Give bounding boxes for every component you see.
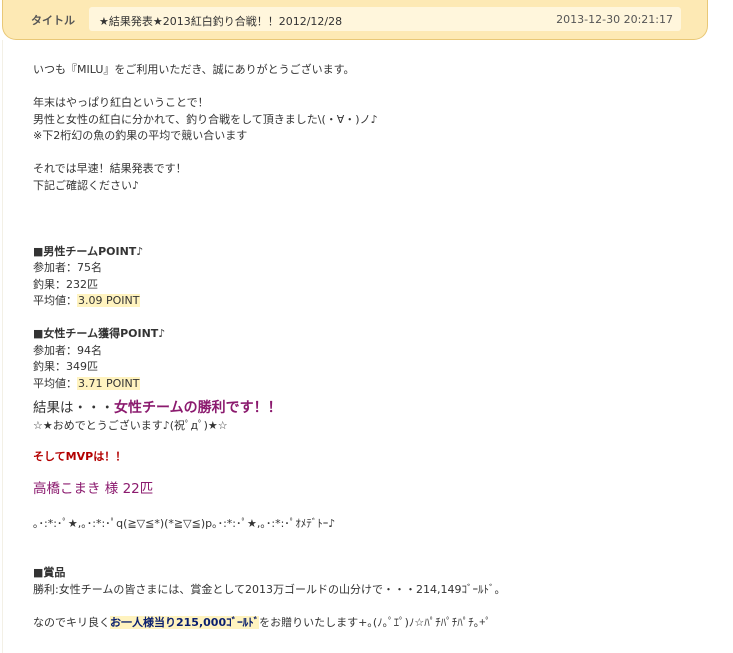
title-field: ★結果発表★2013紅白釣り合戦！！2012/12/28 2013-12-30 … (89, 7, 681, 31)
average-label: 平均値： (33, 294, 77, 307)
female-team-heading: ■女性チーム獲得POINT♪ (33, 327, 166, 340)
prize-line: 勝利:女性チームの皆さまには、賞金として2013万ゴールドの山分けで・・・214… (33, 582, 506, 596)
female-average-value: 3.71 POINT (77, 376, 141, 390)
post-title-bar: タイトル ★結果発表★2013紅白釣り合戦！！2012/12/28 2013-1… (2, 0, 708, 40)
mvp-heading: そしてMVPは！！ (33, 449, 127, 463)
result-winner: 女性チームの勝利です！！ (114, 400, 282, 416)
paragraph-line: 下記ご確認ください♪ (33, 178, 140, 192)
post-title: ★結果発表★2013紅白釣り合戦！！2012/12/28 (99, 15, 343, 28)
result-prefix: 結果は・・・ (33, 400, 114, 416)
final-line: なのでキリ良くお一人様当り215,000ｺﾞｰﾙﾄﾞをお贈りいたします+｡(ﾉ｡… (33, 615, 713, 632)
post-body: いつも『MILU』をご利用いただき、誠にありがとうございます。 年末はやっぱり紅… (33, 62, 713, 631)
paragraph-line: 男性と女性の紅白に分かれて、釣り合戦をして頂きました\(・∀・)ノ♪ (33, 112, 378, 126)
mvp-name: 高橋こまき 様 22匹 (33, 481, 154, 497)
female-participants: 参加者：94名 (33, 343, 102, 357)
post-datetime: 2013-12-30 20:21:17 (556, 13, 673, 26)
kaomoji-line: ｡･:*:･ﾟ★,｡･:*:･ﾟq(≧▽≦*)(*≧▽≦)p｡･:*:･ﾟ★,｡… (33, 516, 336, 530)
female-average: 平均値：3.71 POINT (33, 376, 713, 393)
male-average-value: 3.09 POINT (77, 294, 141, 307)
final-prefix: なのでキリ良く (33, 615, 110, 629)
male-participants: 参加者：75名 (33, 261, 102, 274)
paragraph-line: 年末はやっぱり紅白ということで！ (33, 96, 209, 109)
title-label: タイトル (31, 14, 75, 27)
intro-text: いつも『MILU』をご利用いただき、誠にありがとうございます。 (33, 63, 355, 76)
paragraph-line: それでは早速！結果発表です！ (33, 162, 187, 175)
average-label: 平均値： (33, 376, 77, 390)
female-catch: 釣果：349匹 (33, 360, 98, 373)
prize-amount: お一人様当り215,000ｺﾞｰﾙﾄﾞ (110, 615, 260, 629)
final-suffix: をお贈りいたします+｡(ﾉ｡ﾟｴﾟ)ﾉ☆ﾊﾟﾁﾊﾟﾁﾊﾟﾁ｡+ﾟ (259, 615, 491, 629)
paragraph-line: ※下2桁幻の魚の釣果の平均で競い合います (33, 129, 248, 142)
male-team-heading: ■男性チームPOINT♪ (33, 244, 144, 258)
male-catch: 釣果：232匹 (33, 277, 98, 291)
congrats-text: ☆★おめでとうございます♪(祝ﾟдﾟ)★☆ (33, 419, 228, 432)
left-border (2, 40, 3, 653)
prize-heading: ■賞品 (33, 566, 66, 579)
result-line: 結果は・・・女性チームの勝利です！！ (33, 398, 713, 418)
male-average: 平均値：3.09 POINT (33, 293, 713, 310)
